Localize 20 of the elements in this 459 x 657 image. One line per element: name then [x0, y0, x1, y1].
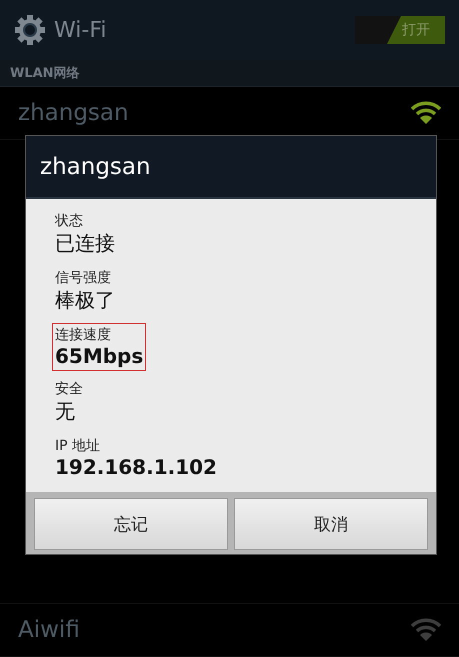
- field-label: 状态: [55, 212, 84, 230]
- field-label: 信号强度: [55, 269, 112, 287]
- toggle-label: 打开: [387, 16, 445, 44]
- dialog-title: zhangsan: [40, 154, 151, 180]
- field-value: 65Mbps: [55, 344, 144, 368]
- field-label: 安全: [55, 380, 83, 398]
- cancel-button[interactable]: 取消: [234, 498, 428, 550]
- wifi-toggle[interactable]: 打开: [355, 16, 445, 44]
- field-value: 无: [55, 398, 76, 425]
- field-value: 棒极了: [55, 287, 115, 314]
- field-value: 已连接: [55, 230, 115, 257]
- network-name[interactable]: Aiwifi: [18, 617, 411, 643]
- section-header: WLAN网络: [10, 65, 80, 82]
- network-name[interactable]: zhangsan: [18, 100, 411, 126]
- field-label: 连接速度: [55, 326, 112, 344]
- field-label: IP 地址: [55, 437, 102, 455]
- field-value: 192.168.1.102: [55, 455, 217, 479]
- forget-button[interactable]: 忘记: [34, 498, 228, 550]
- screen-title: Wi-Fi: [54, 18, 108, 42]
- settings-icon: [14, 14, 46, 46]
